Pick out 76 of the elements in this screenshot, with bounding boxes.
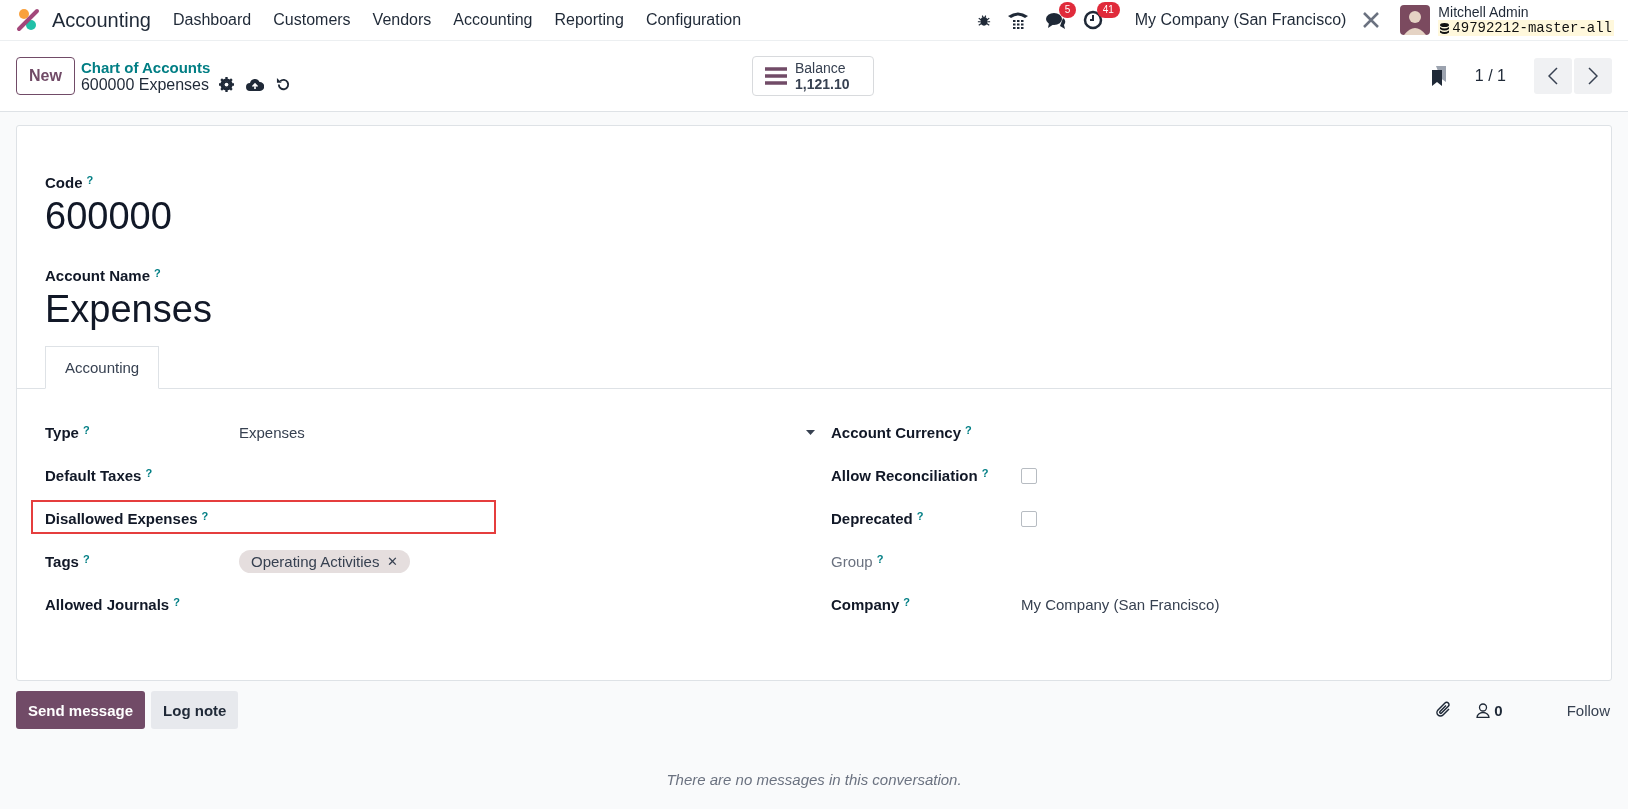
settings-icon[interactable] [219, 77, 234, 92]
bug-icon[interactable] [976, 13, 991, 27]
field-label: Default Taxes [45, 467, 142, 484]
field-label: Group [831, 553, 873, 570]
field-label: Account Currency [831, 424, 962, 441]
field-value[interactable]: My Company (San Francisco) [1021, 596, 1220, 613]
menu-item[interactable]: Configuration [645, 11, 742, 29]
field-label: Allowed Journals [45, 596, 170, 613]
menu-item[interactable]: Dashboard [172, 11, 252, 29]
next-button[interactable] [1574, 58, 1612, 94]
field-label: Disallowed Expenses [45, 510, 198, 527]
help-tooltip-mark[interactable]: ? [154, 267, 161, 284]
checkbox[interactable] [1021, 510, 1037, 527]
field-label: Account Name [45, 267, 151, 284]
smart-button-value: 1,121.10 [795, 76, 850, 92]
empty-conversation-message: There are no messages in this conversation. [665, 771, 963, 788]
tag-chip[interactable]: Operating Activities ✕ [239, 550, 411, 573]
log-note-button[interactable]: Log note [151, 691, 239, 729]
balance-smart-button[interactable]: Balance 1,121.10 [752, 56, 874, 96]
activity-count-badge: 41 [1096, 2, 1120, 18]
follow-button[interactable]: Follow [1556, 701, 1612, 719]
help-tooltip-mark[interactable]: ? [145, 467, 153, 479]
undo-icon[interactable] [276, 77, 291, 92]
code-value[interactable]: 600000 [45, 191, 1583, 241]
company-switcher[interactable]: My Company (San Francisco) [1134, 11, 1347, 29]
breadcrumb-link[interactable]: Chart of Accounts [80, 58, 291, 76]
message-count-badge: 5 [1058, 2, 1077, 18]
menu-item[interactable]: Vendors [372, 11, 432, 29]
help-tooltip-mark[interactable]: ? [173, 596, 180, 608]
app-logo-icon[interactable] [16, 8, 40, 32]
pager-value[interactable]: 1 / 1 [1474, 67, 1506, 85]
menu-item[interactable]: Accounting [453, 11, 533, 29]
user-name[interactable]: Mitchell Admin [1438, 4, 1614, 20]
field-label: Tags [45, 553, 79, 570]
send-message-button[interactable]: Send message [16, 691, 146, 729]
paperclip-icon[interactable] [1436, 701, 1453, 719]
avatar-icon[interactable] [1400, 5, 1431, 35]
field-label: Code [45, 174, 83, 191]
database-icon [1440, 22, 1450, 34]
help-tooltip-mark[interactable]: ? [981, 467, 989, 479]
chevron-left-icon [1548, 67, 1558, 85]
field-label: Allow Reconciliation [831, 467, 978, 484]
tag-remove-mark[interactable]: ✕ [387, 554, 399, 569]
smart-button-label: Balance [795, 60, 846, 76]
type-select[interactable]: Expenses [239, 424, 817, 441]
database-name: 49792212-master-all [1452, 20, 1612, 36]
help-tooltip-mark[interactable]: ? [82, 553, 90, 565]
menu-icon [765, 67, 787, 85]
menu-item[interactable]: Reporting [554, 11, 624, 29]
checkbox[interactable] [1021, 467, 1037, 484]
help-tooltip-mark[interactable]: ? [903, 596, 911, 608]
record-name: 600000 Expenses [80, 75, 209, 94]
help-tooltip-mark[interactable]: ? [86, 174, 94, 191]
followers-button[interactable]: 0 [1476, 701, 1503, 719]
help-tooltip-mark[interactable]: ? [201, 510, 209, 522]
field-label: Type [45, 424, 79, 441]
help-tooltip-mark[interactable]: ? [876, 553, 884, 565]
field-label: Deprecated [831, 510, 913, 527]
new-button[interactable]: New [16, 57, 75, 95]
notebook-tab[interactable]: Accounting [45, 346, 160, 389]
previous-button[interactable] [1534, 58, 1572, 94]
bookmark-icon[interactable] [1430, 66, 1447, 86]
cloud-upload-icon[interactable] [246, 77, 264, 92]
person-icon [1476, 702, 1491, 718]
menu-item[interactable]: Customers [273, 11, 351, 29]
help-tooltip-mark[interactable]: ? [82, 424, 90, 436]
chat-icon[interactable] [1044, 10, 1067, 30]
app-name-link[interactable]: Accounting [52, 8, 151, 32]
caret-icon [806, 430, 815, 435]
help-tooltip-mark[interactable]: ? [965, 424, 972, 436]
field-label: Company [831, 596, 900, 613]
account-name-value[interactable]: Expenses [45, 284, 1583, 334]
phone-icon[interactable] [1006, 10, 1029, 30]
clock-icon[interactable] [1082, 10, 1103, 30]
chevron-right-icon [1588, 67, 1598, 85]
help-tooltip-mark[interactable]: ? [916, 510, 924, 522]
